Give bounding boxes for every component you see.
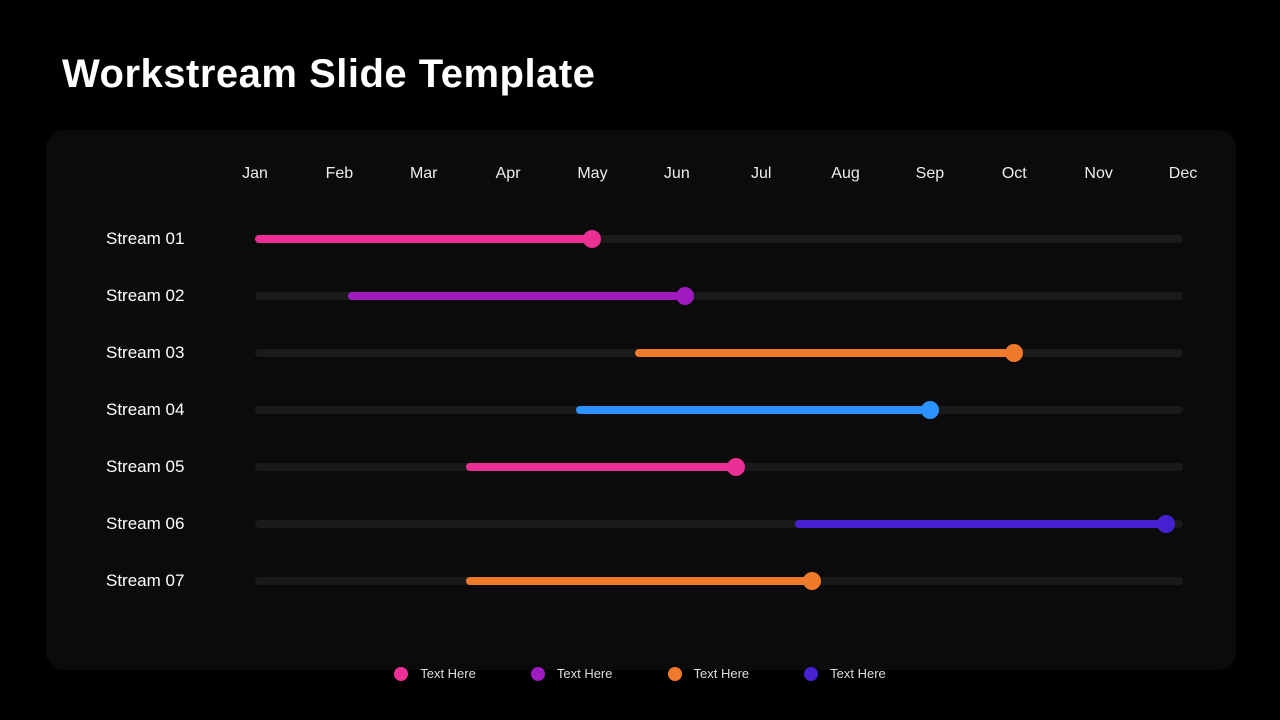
month-label: Mar [410,165,438,183]
legend-item: Text Here [394,666,476,681]
workstream-end-dot [1157,515,1175,533]
month-label: Aug [831,165,859,183]
month-label: Feb [326,165,354,183]
track [255,520,1183,528]
legend: Text Here Text Here Text Here Text Here [0,666,1280,690]
month-label: Jul [751,165,771,183]
workstream-bar [466,463,736,471]
workstream-bar [576,406,930,414]
workstream-label: Stream 07 [106,571,184,591]
workstream-row: Stream 07 [106,552,1184,609]
workstream-end-dot [676,287,694,305]
slide: Workstream Slide Template Jan Feb Mar Apr Ma… [0,0,1280,720]
track [255,577,1183,585]
workstream-bar [466,577,812,585]
workstream-end-dot [803,572,821,590]
legend-label: Text Here [557,666,613,681]
month-label: Apr [496,165,521,183]
workstream-row: Stream 06 [106,495,1184,552]
workstream-bar [255,235,592,243]
workstream-bar [348,292,685,300]
workstream-row: Stream 05 [106,438,1184,495]
track [255,463,1183,471]
month-label: Jan [242,165,268,183]
workstream-row: Stream 04 [106,381,1184,438]
workstream-end-dot [583,230,601,248]
month-label: Oct [1002,165,1027,183]
legend-dot-icon [531,667,545,681]
legend-label: Text Here [694,666,750,681]
workstream-end-dot [727,458,745,476]
track [255,292,1183,300]
workstream-end-dot [1005,344,1023,362]
legend-label: Text Here [420,666,476,681]
legend-item: Text Here [804,666,886,681]
legend-dot-icon [394,667,408,681]
workstream-bar [635,349,1015,357]
workstream-label: Stream 05 [106,457,184,477]
legend-dot-icon [668,667,682,681]
month-label: Nov [1084,165,1112,183]
workstream-rows: Stream 01 Stream 02 Stream 03 Stream 04 Stre… [106,210,1184,609]
month-label: Sep [916,165,944,183]
workstream-row: Stream 03 [106,324,1184,381]
track [255,235,1183,243]
legend-label: Text Here [830,666,886,681]
track [255,406,1183,414]
legend-dot-icon [804,667,818,681]
legend-items: Text Here Text Here Text Here Text Here [394,666,886,681]
month-label: Jun [664,165,690,183]
workstream-label: Stream 04 [106,400,184,420]
workstream-bar [795,520,1166,528]
workstream-label: Stream 06 [106,514,184,534]
workstream-row: Stream 01 [106,210,1184,267]
month-label: Dec [1169,165,1197,183]
workstream-row: Stream 02 [106,267,1184,324]
month-axis: JanFebMarAprMayJunJulAugSepOctNovDec [255,165,1183,193]
legend-item: Text Here [531,666,613,681]
workstream-label: Stream 02 [106,286,184,306]
month-label: May [577,165,607,183]
workstream-label: Stream 01 [106,229,184,249]
workstream-label: Stream 03 [106,343,184,363]
track [255,349,1183,357]
workstream-end-dot [921,401,939,419]
legend-item: Text Here [668,666,750,681]
slide-title: Workstream Slide Template [62,52,595,97]
